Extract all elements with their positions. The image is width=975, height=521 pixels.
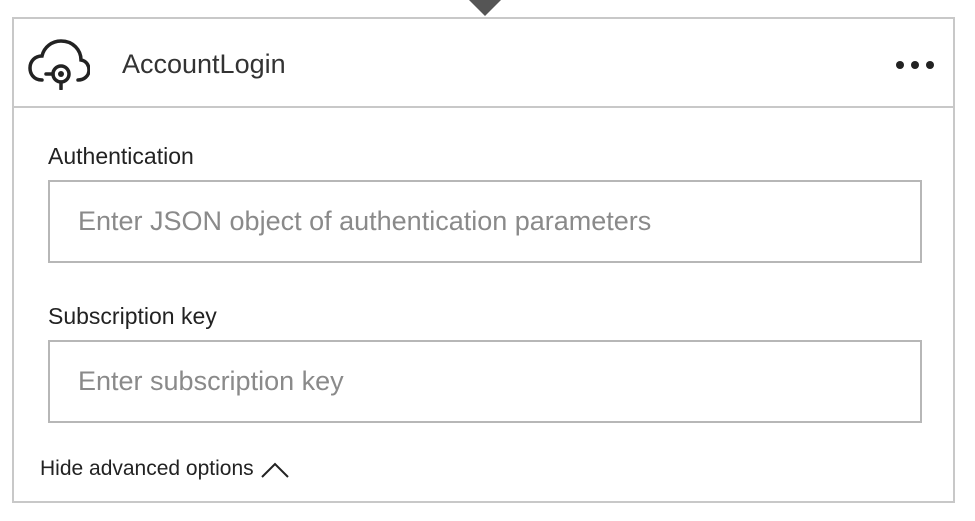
more-options-icon: [926, 61, 934, 69]
hide-advanced-options-button[interactable]: Hide advanced options: [40, 453, 290, 485]
more-options-button[interactable]: [890, 47, 940, 83]
connector-arrow-icon: [469, 0, 501, 16]
hide-advanced-options-label: Hide advanced options: [40, 457, 254, 480]
subscription-key-label: Subscription key: [48, 303, 217, 329]
card-header[interactable]: AccountLogin: [14, 19, 953, 108]
card-title: AccountLogin: [122, 49, 286, 79]
more-options-icon: [896, 61, 904, 69]
authentication-input[interactable]: [48, 180, 922, 263]
subscription-key-input[interactable]: [48, 340, 922, 423]
cloud-connector-icon: [28, 39, 90, 90]
action-card: AccountLogin Authentication Subscription…: [12, 17, 955, 503]
authentication-label: Authentication: [48, 143, 194, 169]
chevron-up-icon: [260, 462, 289, 478]
more-options-icon: [911, 61, 919, 69]
